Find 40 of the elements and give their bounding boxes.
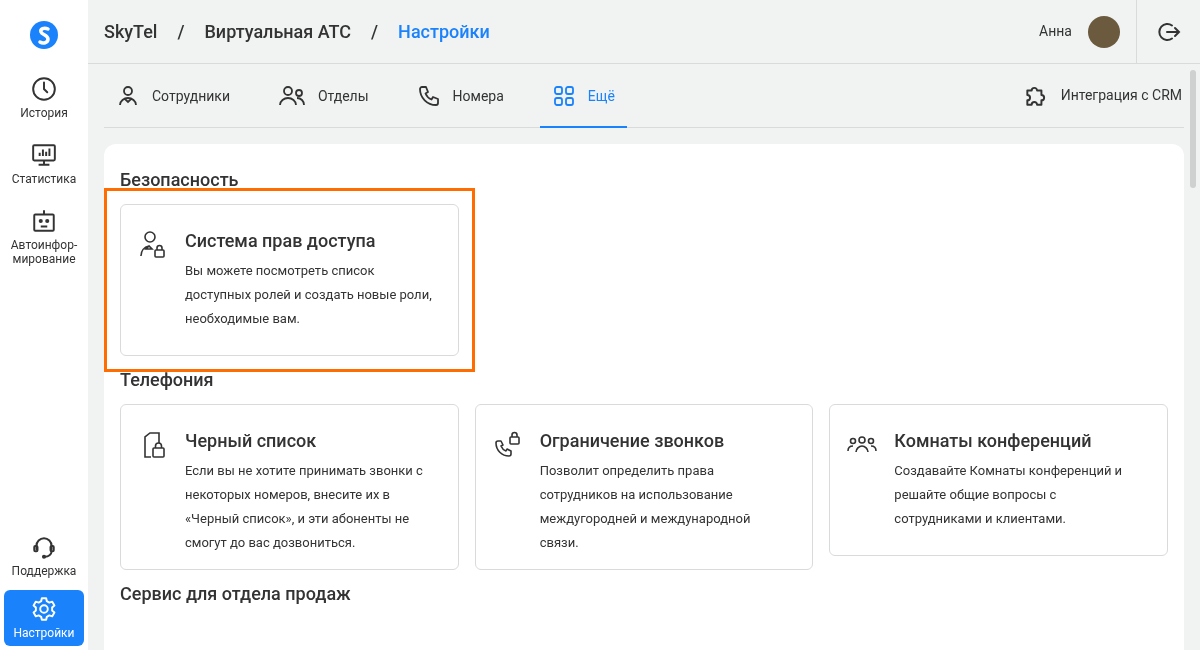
- breadcrumb-link[interactable]: SkyTel: [104, 18, 158, 45]
- grid-icon: [551, 84, 576, 108]
- integration-link[interactable]: Интеграция с CRM: [1022, 64, 1184, 127]
- nav-item[interactable]: Поддержка: [4, 528, 84, 584]
- section-title: Сервис для отдела продаж: [120, 582, 352, 606]
- nav-item[interactable]: Статистика: [4, 136, 84, 192]
- monitor-chart-icon: [31, 142, 57, 168]
- section-title: Безопасность: [120, 168, 240, 192]
- logo-icon[interactable]: [29, 20, 59, 50]
- settings-card[interactable]: Система прав доступа Вы можете посмотреть список доступных ролей и создать новые роли, необходимые вам.: [120, 204, 459, 356]
- settings-card[interactable]: Комнаты конференций Создавайте Комнаты конференций и решайте общие вопросы с сотрудниками и клиентами.: [829, 404, 1168, 556]
- person-icon: [116, 84, 140, 108]
- section-title: Телефония: [120, 368, 215, 392]
- breadcrumb-separator: /: [177, 20, 185, 44]
- user-name: Анна: [1039, 22, 1072, 41]
- card-title: Черный список: [185, 429, 318, 453]
- breadcrumb-link[interactable]: Виртуальная АТС: [204, 18, 352, 45]
- tab[interactable]: Сотрудники: [104, 64, 242, 128]
- robot-icon: [31, 208, 57, 234]
- breadcrumb-separator: /: [371, 20, 379, 44]
- headset-icon: [31, 534, 57, 560]
- card-title: Комнаты конференций: [894, 429, 1093, 453]
- card-description: Создавайте Комнаты конференций и решайте общие вопросы с сотрудниками и клиентами.: [894, 462, 1124, 528]
- nav-item[interactable]: Настройки: [4, 590, 84, 646]
- nav-item[interactable]: История: [4, 70, 84, 126]
- people-icon: [277, 84, 306, 108]
- card-description: Если вы не хотите принимать звонки с некоторых номеров, внесите их в «Черный список», и эти абоненты не смогут до вас дозвониться.: [185, 462, 424, 552]
- tab[interactable]: Номера: [404, 64, 516, 128]
- phone-icon: [416, 84, 441, 108]
- settings-icon: [31, 596, 57, 622]
- tab[interactable]: Отделы: [265, 64, 381, 128]
- settings-card[interactable]: Ограничение звонков Позволит определить права сотрудников на использование междугородней и международной связи.: [474, 404, 814, 570]
- nav-item[interactable]: Автоинфор-мирование: [4, 202, 84, 272]
- clock-icon: [31, 76, 57, 102]
- avatar[interactable]: [1088, 15, 1120, 48]
- card-title: Ограничение звонков: [539, 429, 726, 453]
- settings-card[interactable]: Черный список Если вы не хотите принимать звонки с некоторых номеров, внесите их в «Черный список», и эти абоненты не смогут до вас дозвониться.: [120, 404, 459, 570]
- card-description: Позволит определить права сотрудников на использование междугородней и международной связи.: [539, 462, 752, 552]
- card-title: Система прав доступа: [185, 229, 377, 253]
- card-description: Вы можете посмотреть список доступных ролей и создать новые роли, необходимые вам.: [185, 262, 433, 328]
